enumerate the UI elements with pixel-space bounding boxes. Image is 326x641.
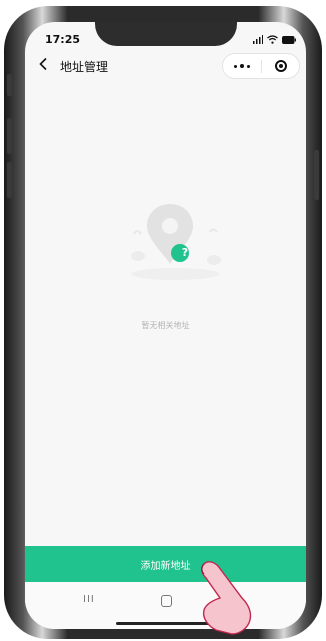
close-mini-program-button[interactable] [262,54,300,78]
target-circle-icon [275,60,287,72]
side-button-right [314,150,319,200]
home-button-icon[interactable] [161,595,172,607]
pointing-hand-icon [201,561,252,635]
phone-screen: 17:25 地址管理 ? 暂无相关地址 添加新地址 III [25,22,306,629]
status-icons [253,34,296,44]
location-pin-question-icon [131,204,221,280]
empty-state-message: 暂无相关地址 [141,321,190,330]
navigation-bar: 地址管理 [25,50,306,80]
recent-apps-icon[interactable]: III [83,594,95,605]
mini-program-capsule [222,53,300,79]
add-address-button[interactable]: 添加新地址 [25,546,306,582]
content-area: ? 暂无相关地址 [25,80,306,546]
more-dots-icon[interactable] [223,54,261,78]
side-button-left-low [7,162,12,198]
signal-icon [253,35,263,44]
question-badge-text: ? [181,246,189,259]
back-arrow-icon[interactable] [37,57,51,71]
wifi-icon [267,35,278,44]
side-button-left-mid [7,118,12,154]
system-navigation-bar: III [25,582,306,629]
status-time: 17:25 [45,33,81,46]
page-title: 地址管理 [60,60,109,74]
camera-notch [95,22,237,46]
battery-icon [282,36,296,44]
side-button-left-top [7,74,12,96]
